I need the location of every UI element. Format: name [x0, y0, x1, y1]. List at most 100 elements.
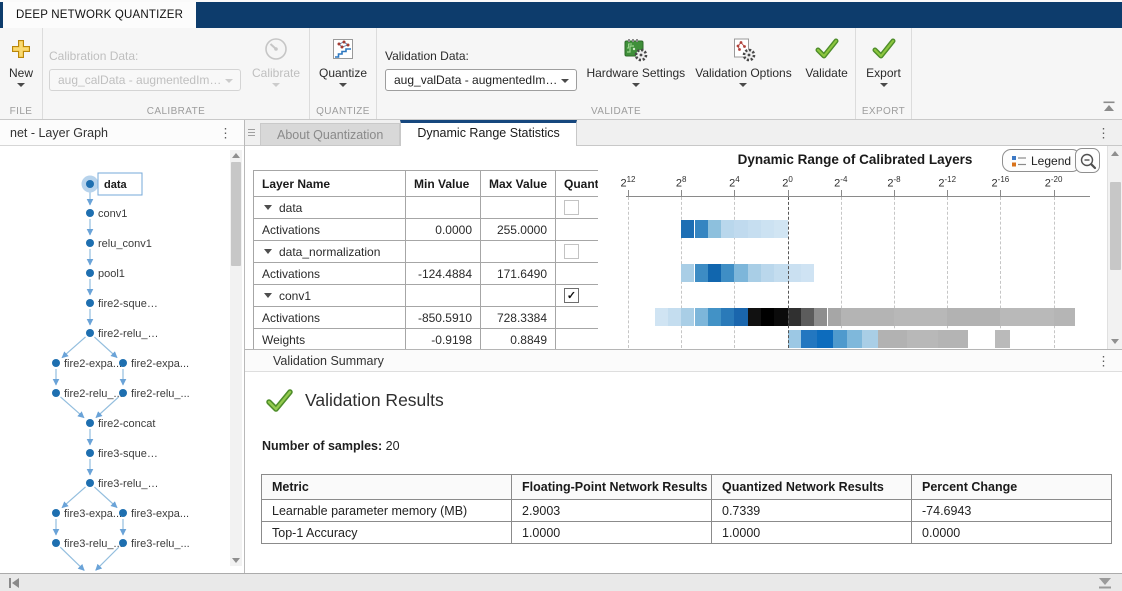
layer-node-label: fire3-relu_… — [98, 478, 159, 490]
layer-node-label: data — [104, 179, 128, 191]
range-bar-conv1-activations[interactable] — [245, 308, 1105, 326]
layer-node-fire2-concat[interactable] — [86, 419, 94, 427]
range-bar-segment — [734, 264, 747, 282]
layer-node-fire3-relu[interactable] — [86, 479, 94, 487]
range-bar-segment — [748, 264, 761, 282]
layer-node-fire2-relu[interactable] — [86, 329, 94, 337]
quantize-checkbox[interactable] — [564, 200, 579, 215]
range-bar-data-activations[interactable] — [245, 220, 1105, 238]
scroll-up-icon[interactable] — [232, 153, 240, 158]
kebab-menu-icon[interactable] — [1097, 127, 1110, 140]
layer-node-label: fire2-relu_... — [131, 388, 190, 400]
collapse-left-icon[interactable] — [8, 577, 20, 591]
collapse-ribbon-icon[interactable] — [1102, 101, 1116, 113]
scroll-down-icon[interactable] — [232, 558, 240, 563]
range-bar-segment — [862, 330, 878, 348]
scroll-up-icon[interactable] — [1111, 151, 1119, 156]
calibration-data-combo[interactable]: aug_calData - augmentedIm… — [49, 69, 241, 91]
collapse-triangle-icon[interactable] — [264, 249, 272, 254]
layer-graph-canvas[interactable]: dataconv1relu_conv1pool1fire2-sque…fire2… — [0, 146, 244, 573]
range-bar-segment — [938, 330, 969, 348]
range-bar-segment — [695, 220, 708, 238]
collapse-triangle-icon[interactable] — [264, 293, 272, 298]
range-bar-segment — [833, 330, 848, 348]
stats-group-row[interactable]: conv1 — [254, 285, 599, 307]
range-bar-data_normalization-activations[interactable] — [245, 264, 1105, 282]
range-bar-segment — [828, 308, 841, 326]
layer-graph[interactable]: dataconv1relu_conv1pool1fire2-sque…fire2… — [0, 146, 243, 573]
zero-gridline — [788, 197, 789, 348]
expand-down-icon[interactable] — [1098, 578, 1112, 591]
kebab-menu-icon[interactable] — [1097, 354, 1110, 367]
tab-dynamic-range-statistics[interactable]: Dynamic Range Statistics — [400, 120, 576, 146]
layer-node-conv1[interactable] — [86, 209, 94, 217]
axis-tick-label: 20 — [766, 175, 810, 190]
range-bar-segment — [894, 308, 947, 326]
stats-column-header[interactable]: Min Value — [406, 171, 481, 197]
layer-node-label: fire3-sque… — [98, 448, 158, 460]
export-section: Export EXPORT — [856, 28, 912, 119]
layer-node-fire2-expand-l[interactable] — [52, 359, 60, 367]
range-bar-segment — [907, 330, 938, 348]
range-bar-segment — [708, 264, 721, 282]
stats-column-header[interactable]: Max Value — [481, 171, 556, 197]
layer-node-fire2-squeeze[interactable] — [86, 299, 94, 307]
chart-scrollbar[interactable] — [1107, 146, 1122, 349]
layer-graph-scrollbar[interactable] — [230, 150, 242, 566]
layer-node-fire3-expand-r[interactable] — [119, 509, 127, 517]
layer-node-label: fire3-expa... — [131, 508, 189, 520]
kebab-menu-icon[interactable] — [219, 126, 232, 139]
quantize-checkbox[interactable] — [564, 244, 579, 259]
results-table-header-row: MetricFloating-Point Network ResultsQuan… — [262, 475, 1112, 500]
layer-node-pool1[interactable] — [86, 269, 94, 277]
collapse-triangle-icon[interactable] — [264, 205, 272, 210]
layer-node-fire2-relu-l[interactable] — [52, 389, 60, 397]
scroll-down-icon[interactable] — [1111, 339, 1119, 344]
stats-group-row[interactable]: data_normalization — [254, 241, 599, 263]
range-bar-segment — [761, 220, 774, 238]
layer-node-fire3-relu-r[interactable] — [119, 539, 127, 547]
axis-tick — [947, 190, 948, 196]
validation-options-icon — [730, 33, 757, 65]
file-section: New FILE — [0, 28, 43, 119]
layer-node-fire3-squeeze[interactable] — [86, 449, 94, 457]
graph-edge — [96, 547, 119, 570]
scrollbar-thumb[interactable] — [231, 162, 241, 266]
scrollbar-thumb[interactable] — [1110, 182, 1121, 270]
range-bar-segment — [774, 264, 787, 282]
layer-node-relu_conv1[interactable] — [86, 239, 94, 247]
range-bar-segment — [761, 264, 774, 282]
layer-node-data[interactable] — [86, 180, 94, 188]
range-bar-segment — [1054, 308, 1075, 326]
axis-tick-label: 2-8 — [872, 175, 916, 190]
range-bar-segment — [748, 308, 761, 326]
legend-button[interactable]: Legend — [1002, 149, 1081, 172]
results-cell: Top-1 Accuracy — [262, 522, 512, 544]
range-bar-conv1-weights[interactable] — [245, 330, 1105, 348]
axis-tick-label: 28 — [659, 175, 703, 190]
app-tab[interactable]: DEEP NETWORK QUANTIZER — [3, 2, 196, 28]
tab-about-quantization[interactable]: About Quantization — [260, 123, 400, 146]
layer-node-label: relu_conv1 — [98, 238, 152, 250]
range-bar-segment — [695, 264, 708, 282]
range-bar-segment — [801, 330, 817, 348]
layer-node-fire3-expand-l[interactable] — [52, 509, 60, 517]
quantize-checkbox[interactable] — [564, 288, 579, 303]
stats-group-row[interactable]: data — [254, 197, 599, 219]
dropdown-arrow-icon — [632, 83, 640, 88]
layer-node-fire2-expand-r[interactable] — [119, 359, 127, 367]
stats-column-header[interactable]: Layer Name — [254, 171, 406, 197]
export-icon — [871, 33, 897, 65]
graph-edge — [94, 487, 117, 508]
layer-node-fire3-relu-l[interactable] — [52, 539, 60, 547]
validation-data-combo[interactable]: aug_valData - augmentedIm… — [385, 69, 577, 91]
document-pane: About Quantization Dynamic Range Statist… — [245, 120, 1122, 573]
validation-summary-header[interactable]: Validation Summary — [245, 349, 1122, 372]
layer-node-fire2-relu-r[interactable] — [119, 389, 127, 397]
stats-column-header[interactable]: Quantize — [556, 171, 599, 197]
success-check-icon — [265, 388, 293, 412]
validate-check-icon — [814, 33, 840, 65]
zoom-out-button[interactable] — [1075, 148, 1100, 173]
graph-edge — [60, 547, 84, 570]
results-column-header: Metric — [262, 475, 512, 500]
